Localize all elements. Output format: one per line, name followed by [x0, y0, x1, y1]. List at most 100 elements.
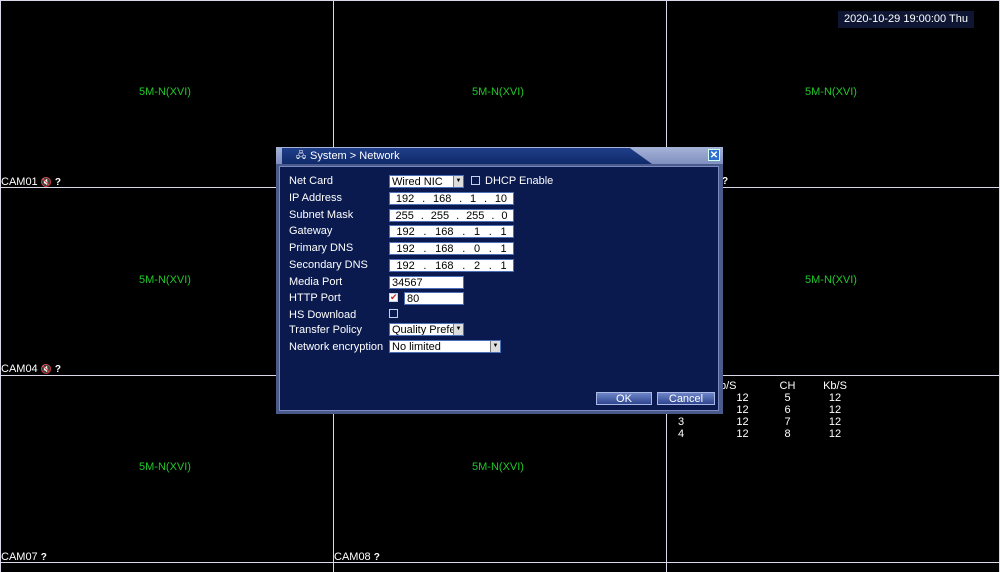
- net-card-select[interactable]: Wired NIC ▼: [389, 175, 464, 188]
- channel-resolution-label: 5M-N(XVI): [805, 86, 857, 98]
- stats-cell: 12: [828, 428, 842, 440]
- http-port-field[interactable]: 80: [404, 292, 464, 305]
- dialog-title-tab: 🖧 System > Network: [282, 148, 652, 164]
- gateway-label: Gateway: [289, 225, 333, 237]
- stats-cell: 12: [828, 392, 842, 404]
- ip-octet[interactable]: 255: [431, 210, 449, 222]
- ok-button[interactable]: OK: [596, 392, 652, 405]
- speaker-mute-icon: 🔇: [40, 363, 52, 374]
- channel-resolution-label: 5M-N(XVI): [139, 274, 191, 286]
- ip-label: IP Address: [289, 192, 342, 204]
- gateway-field[interactable]: 192. 168. 1. 1: [389, 225, 514, 238]
- secondary-dns-field[interactable]: 192. 168. 2. 1: [389, 259, 514, 272]
- primary-dns-label: Primary DNS: [289, 242, 354, 254]
- grid-line-left: [0, 0, 1, 572]
- dialog-title: System > Network: [310, 150, 400, 162]
- subnet-mask-field[interactable]: 255. 255. 255. 0: [389, 209, 514, 222]
- question-icon: ?: [373, 551, 380, 563]
- dhcp-label: DHCP Enable: [485, 175, 554, 187]
- stats-cell: 4: [678, 428, 685, 440]
- cam-name: CAM04: [1, 363, 38, 375]
- cam08-label: CAM08 ?: [334, 551, 380, 563]
- cam-name: CAM01: [1, 176, 38, 188]
- transfer-policy-select[interactable]: Quality Prefe ▼: [389, 323, 464, 336]
- datetime-display: 2020-10-29 19:00:00 Thu: [838, 11, 974, 28]
- ip-octet[interactable]: 168: [433, 193, 451, 205]
- hs-download-checkbox[interactable]: [389, 309, 398, 318]
- dialog-body: Net Card Wired NIC ▼ DHCP Enable IP Addr…: [279, 166, 719, 411]
- network-icon: 🖧: [296, 150, 307, 160]
- cancel-button[interactable]: Cancel: [657, 392, 715, 405]
- stats-cell: 5: [784, 392, 791, 404]
- channel-resolution-label: 5M-N(XVI): [139, 461, 191, 473]
- question-icon: ?: [54, 363, 62, 375]
- channel-resolution-label: 5M-N(XVI): [472, 461, 524, 473]
- net-card-value: Wired NIC: [392, 176, 443, 188]
- transfer-policy-value: Quality Prefe: [392, 324, 456, 336]
- cam-name: CAM08: [334, 551, 371, 563]
- cam-name: CAM07: [1, 551, 38, 563]
- stats-cell: 7: [784, 416, 791, 428]
- ip-octet[interactable]: 2: [474, 260, 480, 272]
- question-icon: ?: [54, 176, 62, 188]
- stats-cell: 12: [736, 416, 749, 428]
- cam04-label: CAM04 🔇 ?: [1, 363, 61, 375]
- media-port-label: Media Port: [289, 276, 343, 288]
- dropdown-arrow-icon: ▼: [490, 341, 500, 352]
- ip-octet[interactable]: 168: [435, 226, 453, 238]
- dhcp-checkbox[interactable]: [471, 176, 480, 185]
- media-port-field[interactable]: 34567: [389, 276, 464, 289]
- net-card-label: Net Card: [289, 175, 334, 187]
- stats-cell: 12: [736, 428, 749, 440]
- ip-octet[interactable]: 10: [495, 193, 507, 205]
- stats-cell: 6: [784, 404, 791, 416]
- ip-octet[interactable]: 192: [396, 260, 414, 272]
- hs-download-label: HS Download: [289, 309, 357, 321]
- grid-line-top: [0, 0, 1000, 1]
- dropdown-arrow-icon: ▼: [453, 324, 463, 335]
- channel-resolution-label: 5M-N(XVI): [472, 86, 524, 98]
- transfer-policy-label: Transfer Policy: [289, 324, 362, 336]
- stats-cell: 3: [678, 416, 685, 428]
- ip-address-field[interactable]: 192. 168. 1. 10: [389, 192, 514, 205]
- ip-octet[interactable]: 255: [395, 210, 413, 222]
- dropdown-arrow-icon: ▼: [453, 176, 463, 187]
- ip-octet[interactable]: 1: [501, 260, 507, 272]
- stats-cell: 12: [828, 404, 842, 416]
- ip-octet[interactable]: 0: [501, 210, 507, 222]
- stats-header: b/S: [720, 380, 737, 392]
- stats-cell: 12: [736, 404, 749, 416]
- speaker-mute-icon: 🔇: [40, 176, 52, 187]
- grid-line-bottom: [0, 562, 1000, 563]
- subnet-label: Subnet Mask: [289, 209, 354, 221]
- ip-octet[interactable]: 192: [396, 243, 414, 255]
- secondary-dns-label: Secondary DNS: [289, 259, 368, 271]
- close-button[interactable]: ✕: [708, 149, 720, 161]
- channel-resolution-label: 5M-N(XVI): [139, 86, 191, 98]
- stats-cell: 8: [784, 428, 791, 440]
- cam01-label: CAM01 🔇 ?: [1, 176, 61, 188]
- stats-header: Kb/S: [823, 380, 847, 392]
- ip-octet[interactable]: 255: [466, 210, 484, 222]
- dialog-titlebar: 🖧 System > Network ✕: [276, 147, 723, 164]
- ip-octet[interactable]: 1: [501, 243, 507, 255]
- encryption-select[interactable]: No limited ▼: [389, 340, 501, 353]
- channel-resolution-label: 5M-N(XVI): [805, 274, 857, 286]
- ip-octet[interactable]: 1: [501, 226, 507, 238]
- ip-octet[interactable]: 168: [435, 243, 453, 255]
- ip-octet[interactable]: 168: [435, 260, 453, 272]
- encryption-value: No limited: [392, 341, 441, 353]
- ip-octet[interactable]: 1: [474, 226, 480, 238]
- ip-octet[interactable]: 192: [396, 226, 414, 238]
- stats-cell: 12: [828, 416, 842, 428]
- http-port-label: HTTP Port: [289, 292, 341, 304]
- stats-cell: 12: [736, 392, 749, 404]
- cam07-label: CAM07 ?: [1, 551, 47, 563]
- http-port-checkbox[interactable]: [389, 292, 398, 303]
- encryption-label: Network encryption: [289, 341, 384, 353]
- primary-dns-field[interactable]: 192. 168. 0. 1: [389, 242, 514, 255]
- question-icon: ?: [40, 551, 47, 563]
- ip-octet[interactable]: 1: [470, 193, 476, 205]
- ip-octet[interactable]: 192: [396, 193, 414, 205]
- ip-octet[interactable]: 0: [474, 243, 480, 255]
